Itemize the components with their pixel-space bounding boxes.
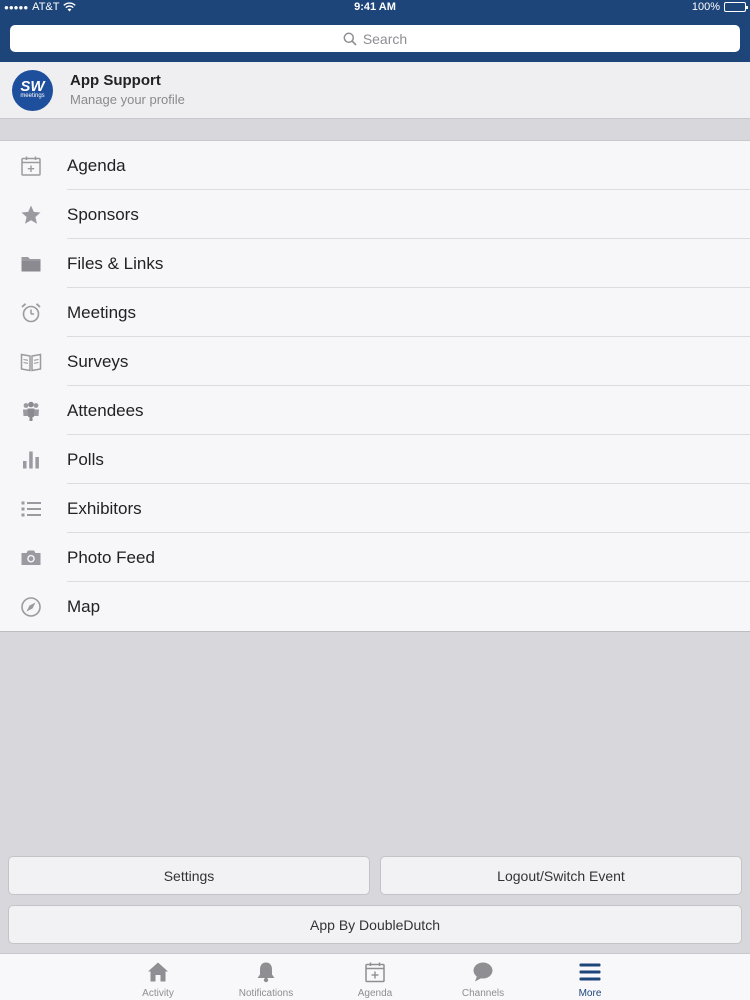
search-input[interactable]: Search — [10, 25, 740, 52]
menu-item-files-links[interactable]: Files & Links — [0, 239, 750, 288]
tab-channels[interactable]: Channels — [433, 954, 533, 1000]
people-icon — [18, 398, 44, 424]
more-menu-list: Agenda Sponsors Files & Links Meetings S… — [0, 140, 750, 632]
battery-icon — [724, 2, 748, 12]
menu-item-exhibitors[interactable]: Exhibitors — [0, 484, 750, 533]
compass-icon — [18, 594, 44, 620]
menu-item-surveys[interactable]: Surveys — [0, 337, 750, 386]
star-icon — [18, 202, 44, 228]
book-icon — [18, 349, 44, 375]
menu-item-agenda[interactable]: Agenda — [0, 141, 750, 190]
search-icon — [343, 32, 357, 46]
tab-label: Channels — [461, 988, 505, 999]
menu-item-label: Agenda — [67, 155, 126, 175]
menu-item-photo-feed[interactable]: Photo Feed — [0, 533, 750, 582]
settings-button[interactable]: Settings — [8, 856, 370, 895]
tab-label: More — [578, 988, 602, 999]
menu-item-polls[interactable]: Polls — [0, 435, 750, 484]
profile-row[interactable]: SW meetings App Support Manage your prof… — [0, 62, 750, 119]
profile-subtitle: Manage your profile — [70, 92, 185, 107]
list-icon — [18, 496, 44, 522]
menu-item-map[interactable]: Map — [0, 582, 750, 631]
avatar-logo-subtext: meetings — [20, 93, 45, 99]
menu-icon — [578, 960, 602, 984]
menu-item-label: Attendees — [67, 400, 144, 420]
logout-switch-event-button[interactable]: Logout/Switch Event — [380, 856, 742, 895]
tab-activity[interactable]: Activity — [108, 954, 208, 1000]
chat-bubble-icon — [471, 960, 495, 984]
status-time: 9:41 AM — [354, 1, 396, 13]
menu-item-label: Files & Links — [67, 253, 164, 273]
tab-label: Agenda — [357, 988, 393, 999]
avatar: SW meetings — [12, 70, 53, 111]
tab-more[interactable]: More — [540, 954, 640, 1000]
folder-icon — [18, 251, 44, 277]
calendar-icon — [18, 153, 44, 179]
menu-item-label: Exhibitors — [67, 498, 142, 518]
battery-percent: 100% — [691, 1, 720, 13]
bell-icon — [254, 960, 278, 984]
tab-agenda[interactable]: Agenda — [325, 954, 425, 1000]
tab-notifications[interactable]: Notifications — [216, 954, 316, 1000]
menu-item-label: Sponsors — [67, 204, 139, 224]
menu-item-label: Polls — [67, 449, 104, 469]
menu-item-attendees[interactable]: Attendees — [0, 386, 750, 435]
tab-bar: Activity Notifications Agenda Channels M… — [0, 953, 750, 1000]
menu-item-label: Photo Feed — [67, 547, 155, 567]
bar-chart-icon — [18, 447, 44, 473]
calendar-icon — [363, 960, 387, 984]
menu-item-label: Meetings — [67, 302, 136, 322]
app-by-doubledutch-button[interactable]: App By DoubleDutch — [8, 905, 742, 944]
top-bar: ●●●●● AT&T 9:41 AM 100% Search — [0, 0, 750, 62]
menu-item-meetings[interactable]: Meetings — [0, 288, 750, 337]
camera-icon — [18, 545, 44, 571]
profile-name: App Support — [70, 72, 161, 89]
menu-item-sponsors[interactable]: Sponsors — [0, 190, 750, 239]
menu-item-label: Map — [67, 596, 101, 616]
home-icon — [146, 960, 170, 984]
alarm-clock-icon — [18, 300, 44, 326]
tab-label: Notifications — [238, 988, 294, 999]
search-placeholder: Search — [362, 30, 408, 47]
menu-item-label: Surveys — [67, 351, 129, 371]
tab-label: Activity — [142, 988, 174, 999]
avatar-logo-text: SW — [20, 78, 45, 95]
status-bar: ●●●●● AT&T 9:41 AM 100% — [0, 0, 750, 16]
